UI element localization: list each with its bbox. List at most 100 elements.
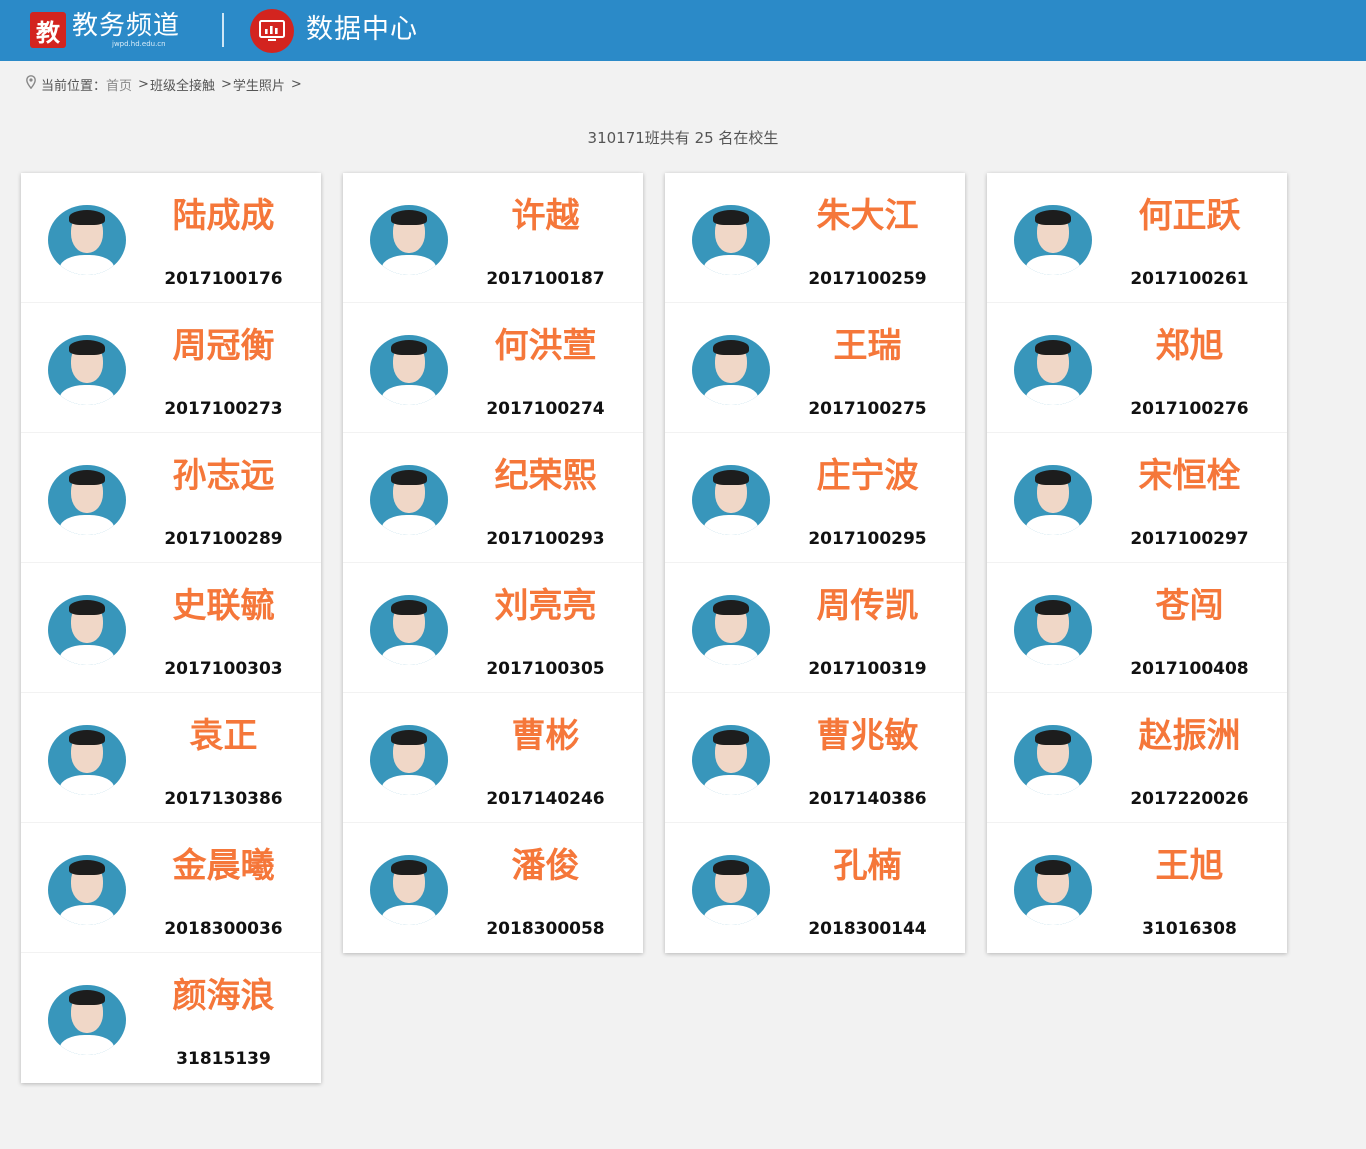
student-card[interactable]: 陆成成 2017100176 <box>21 173 321 303</box>
student-id: 2017100319 <box>808 659 927 679</box>
student-name[interactable]: 王旭 <box>1107 843 1272 889</box>
student-card[interactable]: 袁正 2017130386 <box>21 693 321 823</box>
student-name[interactable]: 刘亮亮 <box>463 583 628 629</box>
student-card[interactable]: 宋恒栓 2017100297 <box>987 433 1287 563</box>
breadcrumb-class-link[interactable]: 班级全接触 <box>150 75 215 94</box>
student-card[interactable]: 史联毓 2017100303 <box>21 563 321 693</box>
student-name[interactable]: 金晨曦 <box>141 843 306 889</box>
student-card[interactable]: 潘俊 2018300058 <box>343 823 643 953</box>
student-card[interactable]: 许越 2017100187 <box>343 173 643 303</box>
student-card[interactable]: 曹兆敏 2017140386 <box>665 693 965 823</box>
photo-hair <box>713 730 749 745</box>
student-name[interactable]: 潘俊 <box>463 843 628 889</box>
student-card[interactable]: 金晨曦 2018300036 <box>21 823 321 953</box>
student-card[interactable]: 王瑞 2017100275 <box>665 303 965 433</box>
student-id: 2017100293 <box>486 529 605 549</box>
student-card[interactable]: 刘亮亮 2017100305 <box>343 563 643 693</box>
breadcrumb-label: 当前位置： <box>41 78 107 94</box>
student-card[interactable]: 周冠衡 2017100273 <box>21 303 321 433</box>
student-name[interactable]: 何洪萱 <box>463 323 628 369</box>
student-card[interactable]: 颜海浪 31815139 <box>21 953 321 1083</box>
photo-shirt <box>60 1035 114 1055</box>
student-id: 2018300036 <box>164 919 283 939</box>
photo-shirt <box>60 385 114 405</box>
student-photo <box>48 205 126 275</box>
student-id: 2017100289 <box>164 529 283 549</box>
photo-shirt <box>382 905 436 925</box>
student-grid: 陆成成 2017100176 周冠衡 2017100273 孙志远 2017100289 史… <box>21 173 1321 1083</box>
photo-hair <box>713 470 749 485</box>
student-card[interactable]: 王旭 31016308 <box>987 823 1287 953</box>
student-name[interactable]: 王瑞 <box>785 323 950 369</box>
photo-hair <box>69 210 105 225</box>
student-column: 何正跃 2017100261 郑旭 2017100276 宋恒栓 2017100297 苍闯… <box>987 173 1287 953</box>
student-column: 朱大江 2017100259 王瑞 2017100275 庄宁波 2017100295 周传… <box>665 173 965 953</box>
student-card[interactable]: 曹彬 2017140246 <box>343 693 643 823</box>
photo-shirt <box>382 775 436 795</box>
student-card[interactable]: 何洪萱 2017100274 <box>343 303 643 433</box>
photo-hair <box>713 600 749 615</box>
brand-text: 教务频道 jwpd.hd.edu.cn <box>72 13 180 48</box>
student-card[interactable]: 郑旭 2017100276 <box>987 303 1287 433</box>
student-id: 2017100176 <box>164 269 283 289</box>
photo-hair <box>1035 340 1071 355</box>
student-card[interactable]: 孙志远 2017100289 <box>21 433 321 563</box>
breadcrumb-home-link[interactable]: 首页 <box>106 75 132 94</box>
breadcrumb-separator: > <box>220 76 232 92</box>
student-card[interactable]: 赵振洲 2017220026 <box>987 693 1287 823</box>
student-photo <box>370 595 448 665</box>
student-name[interactable]: 袁正 <box>141 713 306 759</box>
brand-logo: 教 <box>30 12 66 48</box>
photo-shirt <box>704 905 758 925</box>
breadcrumb-separator: > <box>138 76 149 92</box>
student-name[interactable]: 陆成成 <box>141 193 306 239</box>
student-name[interactable]: 曹彬 <box>463 713 628 759</box>
student-photo <box>48 725 126 795</box>
student-card[interactable]: 孔楠 2018300144 <box>665 823 965 953</box>
brand-link[interactable]: 教 教务频道 jwpd.hd.edu.cn <box>30 11 180 49</box>
student-name[interactable]: 何正跃 <box>1107 193 1272 239</box>
student-name[interactable]: 周传凯 <box>785 583 950 629</box>
photo-hair <box>69 340 105 355</box>
student-id: 2017100261 <box>1130 269 1249 289</box>
student-name[interactable]: 许越 <box>463 193 628 239</box>
photo-hair <box>391 860 427 875</box>
student-card[interactable]: 周传凯 2017100319 <box>665 563 965 693</box>
student-name[interactable]: 赵振洲 <box>1107 713 1272 759</box>
student-name[interactable]: 孔楠 <box>785 843 950 889</box>
photo-hair <box>713 210 749 225</box>
student-name[interactable]: 庄宁波 <box>785 453 950 499</box>
student-name[interactable]: 颜海浪 <box>141 973 306 1019</box>
student-photo <box>692 205 770 275</box>
photo-hair <box>69 990 105 1005</box>
data-center-title[interactable]: 数据中心 <box>306 13 418 47</box>
student-card[interactable]: 纪荣熙 2017100293 <box>343 433 643 563</box>
student-name[interactable]: 朱大江 <box>785 193 950 239</box>
photo-shirt <box>60 255 114 275</box>
photo-shirt <box>704 515 758 535</box>
student-name[interactable]: 曹兆敏 <box>785 713 950 759</box>
student-name[interactable]: 史联毓 <box>141 583 306 629</box>
photo-shirt <box>1026 775 1080 795</box>
student-name[interactable]: 宋恒栓 <box>1107 453 1272 499</box>
header-divider <box>222 13 224 47</box>
student-card[interactable]: 苍闯 2017100408 <box>987 563 1287 693</box>
student-photo <box>1014 205 1092 275</box>
photo-hair <box>1035 860 1071 875</box>
student-name[interactable]: 苍闯 <box>1107 583 1272 629</box>
photo-hair <box>713 860 749 875</box>
student-id: 2017140246 <box>486 789 605 809</box>
photo-shirt <box>1026 255 1080 275</box>
student-photo <box>1014 855 1092 925</box>
student-name[interactable]: 郑旭 <box>1107 323 1272 369</box>
photo-shirt <box>1026 385 1080 405</box>
photo-hair <box>1035 730 1071 745</box>
photo-shirt <box>60 775 114 795</box>
student-name[interactable]: 孙志远 <box>141 453 306 499</box>
student-card[interactable]: 庄宁波 2017100295 <box>665 433 965 563</box>
photo-hair <box>391 600 427 615</box>
student-card[interactable]: 何正跃 2017100261 <box>987 173 1287 303</box>
student-name[interactable]: 纪荣熙 <box>463 453 628 499</box>
student-card[interactable]: 朱大江 2017100259 <box>665 173 965 303</box>
student-name[interactable]: 周冠衡 <box>141 323 306 369</box>
